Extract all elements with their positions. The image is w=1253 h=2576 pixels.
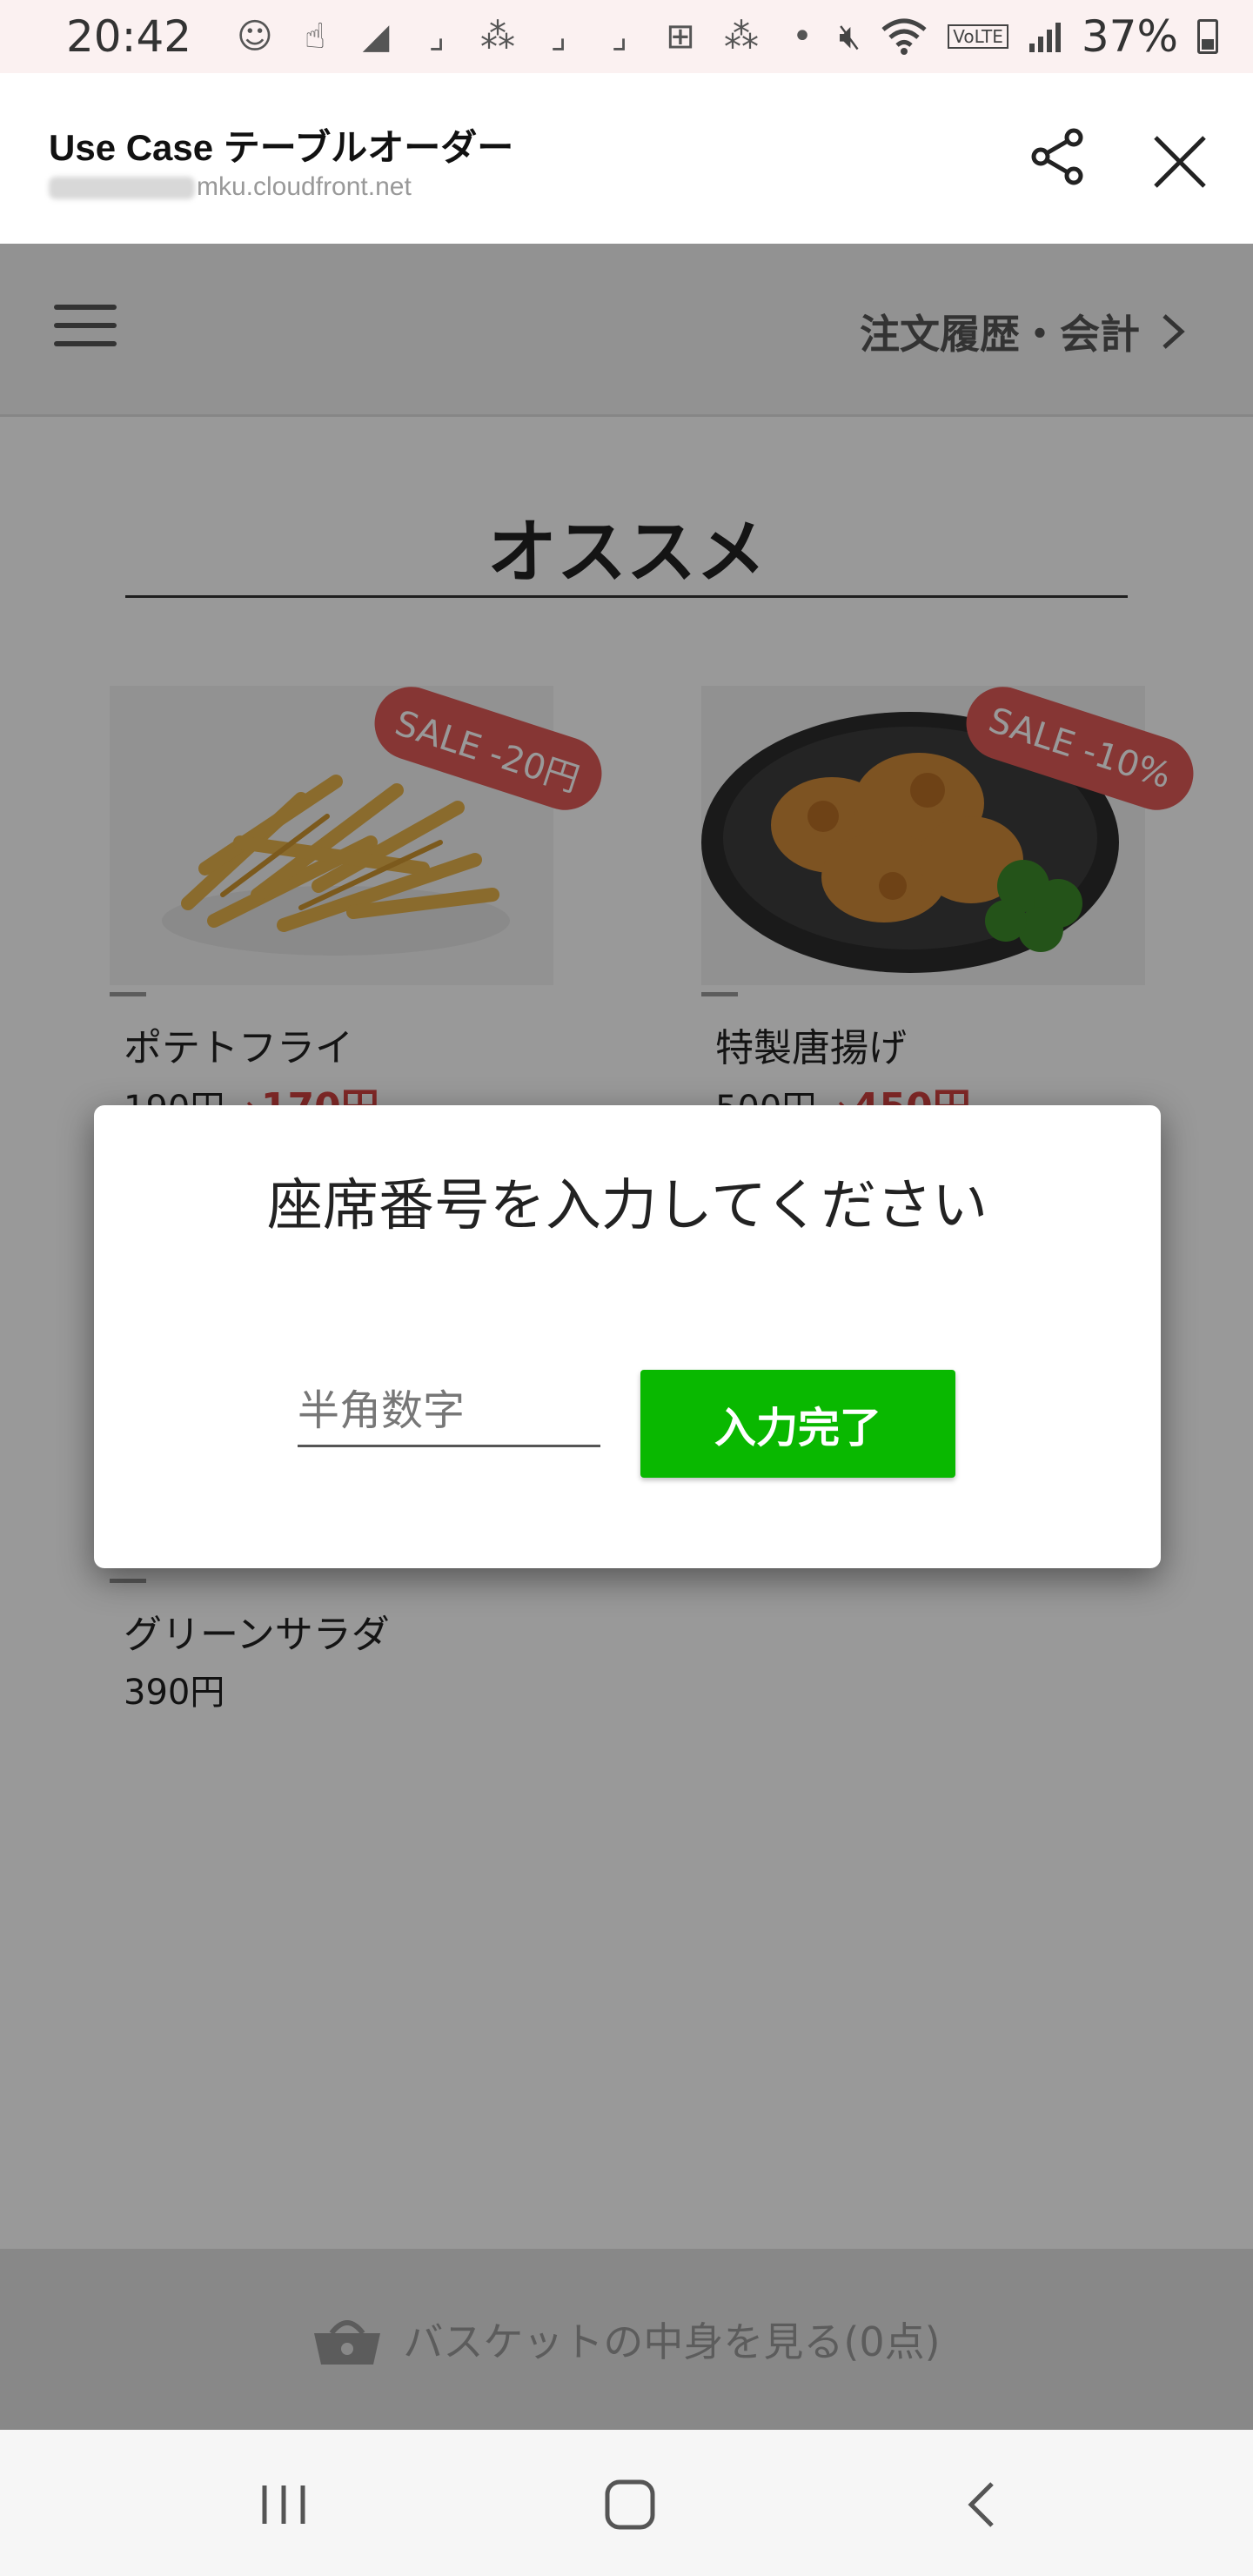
share-icon[interactable]	[1027, 125, 1089, 188]
corner-app-icon: ⌟	[611, 17, 628, 57]
url-redacted-part	[49, 177, 195, 200]
navigation-bar	[0, 2430, 1253, 2576]
browser-header: Use Case テーブルオーダー mku.cloudfront.net	[0, 73, 1253, 244]
plus-app-icon: ⊞	[666, 17, 695, 57]
system-status: 🔇︎ VoLTE 37%	[839, 11, 1218, 62]
seat-number-dialog: 座席番号を入力してください 入力完了	[94, 1105, 1161, 1568]
battery-icon	[1197, 19, 1218, 54]
dialog-title: 座席番号を入力してください	[266, 1174, 988, 1238]
recent-apps-icon[interactable]	[249, 2477, 318, 2532]
back-icon[interactable]	[948, 2477, 1018, 2532]
wifi-icon	[881, 18, 927, 55]
home-icon[interactable]	[595, 2477, 665, 2532]
bixby-icon: ☺	[237, 17, 273, 57]
gesture-icon: ☝	[304, 17, 326, 57]
slack-icon: ⁂	[724, 17, 759, 57]
url-domain: mku.cloudfront.net	[197, 172, 412, 201]
more-dot-icon: •	[792, 17, 813, 57]
browser-title: Use Case テーブルオーダー	[49, 127, 514, 168]
notification-icons: ☺ ☝ ◢ ⌟ ⁂ ⌟ ⌟ ⊞ ⁂ •	[237, 17, 820, 57]
corner-app-icon: ⌟	[550, 17, 567, 57]
corner-app-icon: ⌟	[428, 17, 446, 57]
triangle-app-icon: ◢	[362, 17, 390, 57]
submit-button[interactable]: 入力完了	[640, 1370, 955, 1478]
status-time: 20:42	[66, 11, 192, 62]
browser-url: mku.cloudfront.net	[49, 172, 412, 202]
signal-icon	[1029, 23, 1061, 52]
status-bar: 20:42 ☺ ☝ ◢ ⌟ ⁂ ⌟ ⌟ ⊞ ⁂ • 🔇︎ VoLTE 37%	[0, 0, 1253, 73]
close-icon[interactable]	[1149, 131, 1211, 193]
seat-number-input[interactable]	[298, 1377, 600, 1447]
battery-percent: 37%	[1081, 11, 1178, 62]
mute-icon: 🔇︎	[839, 17, 861, 57]
volte-icon: VoLTE	[948, 24, 1008, 49]
slack-icon: ⁂	[480, 17, 515, 57]
